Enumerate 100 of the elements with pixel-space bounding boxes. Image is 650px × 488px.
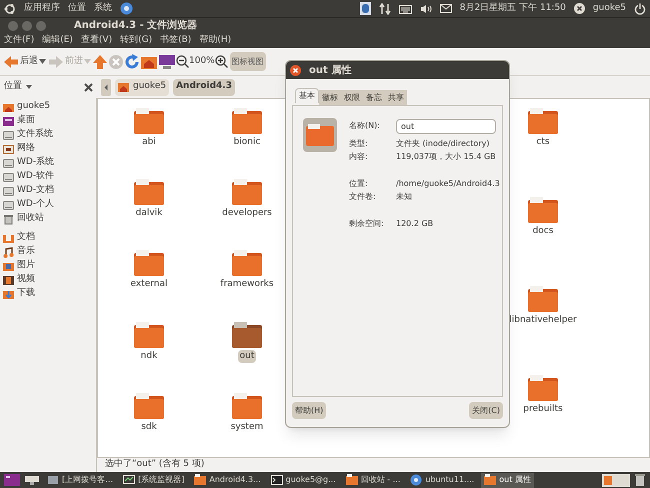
ubuntu-logo-icon[interactable] bbox=[4, 2, 16, 14]
field-value: 119,037项，大小 15.4 GB bbox=[396, 150, 496, 162]
view-mode-dropdown[interactable]: 图标视图 bbox=[230, 52, 266, 71]
sidebar-item[interactable]: 桌面 bbox=[0, 114, 96, 128]
sidebar-item[interactable]: WD-软件 bbox=[0, 170, 96, 184]
sidebar-item[interactable]: 下载 bbox=[0, 287, 96, 301]
folder-name[interactable]: libnativehelper bbox=[507, 314, 579, 328]
reload-icon[interactable] bbox=[124, 54, 140, 70]
workspace-switcher-icon[interactable] bbox=[602, 474, 630, 486]
folder-icon[interactable] bbox=[232, 250, 262, 276]
sidebar-item[interactable]: 文档 bbox=[0, 231, 96, 245]
sidebar-item[interactable]: WD-系统 bbox=[0, 156, 96, 170]
folder-icon[interactable] bbox=[528, 197, 558, 223]
taskbar-item[interactable]: guoke5@g... bbox=[268, 472, 339, 488]
browser-icon[interactable] bbox=[120, 2, 133, 15]
music-folder-icon bbox=[3, 246, 14, 258]
sidebar-item[interactable]: 文件系统 bbox=[0, 128, 96, 142]
menu-item[interactable]: 编辑(E) bbox=[42, 34, 73, 48]
folder-name[interactable]: bionic bbox=[232, 136, 262, 150]
folder-icon[interactable] bbox=[232, 392, 262, 419]
folder-icon[interactable] bbox=[232, 179, 262, 206]
dialog-tab[interactable]: 基本 bbox=[295, 88, 319, 103]
taskbar-item[interactable]: out 属性 bbox=[481, 472, 534, 488]
folder-name[interactable]: dalvik bbox=[134, 207, 164, 221]
sidebar-item[interactable]: 视频 bbox=[0, 273, 96, 287]
taskbar-item[interactable]: ubuntu11.... bbox=[407, 472, 478, 488]
folder-name[interactable]: developers bbox=[220, 207, 274, 221]
folder-icon[interactable] bbox=[528, 375, 558, 401]
dialog-tab[interactable]: 共享 bbox=[385, 90, 407, 105]
terminal-icon bbox=[270, 474, 283, 486]
folder-name[interactable]: ndk bbox=[138, 350, 160, 364]
network-arrows-icon[interactable] bbox=[378, 2, 391, 14]
power-icon[interactable] bbox=[634, 2, 646, 14]
folder-name[interactable]: out bbox=[238, 350, 256, 364]
field-value: 文件夹 (inode/directory) bbox=[396, 138, 490, 150]
keyboard-icon[interactable] bbox=[398, 4, 412, 14]
folder-icon[interactable] bbox=[134, 322, 164, 348]
show-desktop-icon[interactable] bbox=[4, 474, 20, 486]
up-arrow-icon[interactable] bbox=[92, 54, 108, 70]
folder-icon[interactable] bbox=[232, 322, 262, 348]
volume-icon[interactable] bbox=[420, 4, 432, 14]
dialog-tab[interactable]: 权限 bbox=[341, 90, 363, 105]
folder-icon[interactable] bbox=[134, 250, 164, 276]
folder-name[interactable]: frameworks bbox=[218, 278, 276, 292]
sidebar-item[interactable]: guoke5 bbox=[0, 100, 96, 114]
clock-text[interactable]: 8月2日星期五 下午 11:50 bbox=[460, 2, 566, 16]
path-button[interactable]: Android4.3 bbox=[173, 78, 235, 96]
zoom-in-icon[interactable] bbox=[214, 55, 228, 68]
close-button[interactable]: 关闭(C) bbox=[469, 402, 503, 419]
close-icon[interactable] bbox=[84, 82, 93, 92]
folder-icon[interactable] bbox=[528, 286, 558, 312]
name-field[interactable]: out bbox=[396, 118, 496, 134]
folder-icon[interactable] bbox=[134, 108, 164, 134]
left-scroll-icon[interactable] bbox=[101, 78, 111, 96]
menu-item[interactable]: 文件(F) bbox=[4, 34, 34, 48]
folder-name[interactable]: system bbox=[228, 420, 266, 434]
keyboard-icon[interactable] bbox=[24, 474, 40, 486]
folder-name[interactable]: prebuilts bbox=[521, 403, 565, 416]
folder-name[interactable]: abi bbox=[140, 136, 158, 150]
sidebar-item[interactable]: 图片 bbox=[0, 259, 96, 273]
folder-name[interactable]: docs bbox=[530, 225, 556, 238]
dialog-tab[interactable]: 徽标 bbox=[319, 90, 341, 105]
folder-icon[interactable] bbox=[232, 108, 262, 134]
name-label: 名称(N): bbox=[349, 120, 381, 132]
sidebar-item[interactable]: 网络 bbox=[0, 142, 96, 156]
zoom-out-icon[interactable] bbox=[176, 55, 189, 68]
folder-name[interactable]: sdk bbox=[139, 420, 159, 434]
mail-icon[interactable] bbox=[440, 4, 452, 13]
taskbar-item[interactable]: 回收站 - ... bbox=[342, 472, 404, 488]
user-name[interactable]: guoke5 bbox=[592, 2, 626, 16]
folder-icon[interactable] bbox=[134, 392, 164, 419]
menu-item[interactable]: 转到(G) bbox=[120, 34, 152, 48]
left-arrow-icon bbox=[3, 54, 19, 68]
dialog-tab[interactable]: 备忘 bbox=[363, 90, 385, 105]
path-button[interactable]: guoke5 bbox=[115, 78, 170, 96]
menu-item[interactable]: 书签(B) bbox=[160, 34, 192, 48]
trash-icon[interactable] bbox=[634, 474, 646, 486]
sidebar-places-dropdown[interactable]: 位置 bbox=[4, 80, 22, 94]
folder-icon[interactable] bbox=[134, 179, 164, 206]
sidebar-item[interactable]: 音乐 bbox=[0, 245, 96, 259]
folder-name[interactable]: cts bbox=[534, 136, 552, 150]
taskbar-item[interactable]: [系统监视器] bbox=[120, 472, 188, 488]
bluetooth-icon[interactable] bbox=[360, 2, 371, 15]
taskbar-item[interactable]: Android4.3... bbox=[191, 472, 264, 488]
close-icon[interactable] bbox=[290, 64, 301, 76]
folder-name[interactable]: external bbox=[128, 278, 170, 292]
panel-menu[interactable]: 位置 bbox=[68, 2, 86, 16]
panel-menu[interactable]: 系统 bbox=[94, 2, 112, 16]
taskbar-item[interactable]: [上网拨号客… bbox=[44, 472, 116, 488]
folder-icon[interactable] bbox=[528, 108, 558, 134]
menu-item[interactable]: 查看(V) bbox=[80, 34, 112, 48]
sidebar-item[interactable]: 回收站 bbox=[0, 212, 96, 226]
user-status-icon[interactable] bbox=[574, 3, 585, 14]
help-button[interactable]: 帮助(H) bbox=[292, 402, 326, 419]
computer-icon[interactable] bbox=[158, 54, 176, 70]
menu-item[interactable]: 帮助(H) bbox=[199, 34, 232, 48]
sidebar-item[interactable]: WD-文档 bbox=[0, 184, 96, 198]
panel-menu[interactable]: 应用程序 bbox=[24, 2, 60, 16]
sidebar-item[interactable]: WD-个人 bbox=[0, 198, 96, 212]
back-button[interactable]: 后退 bbox=[2, 50, 47, 72]
